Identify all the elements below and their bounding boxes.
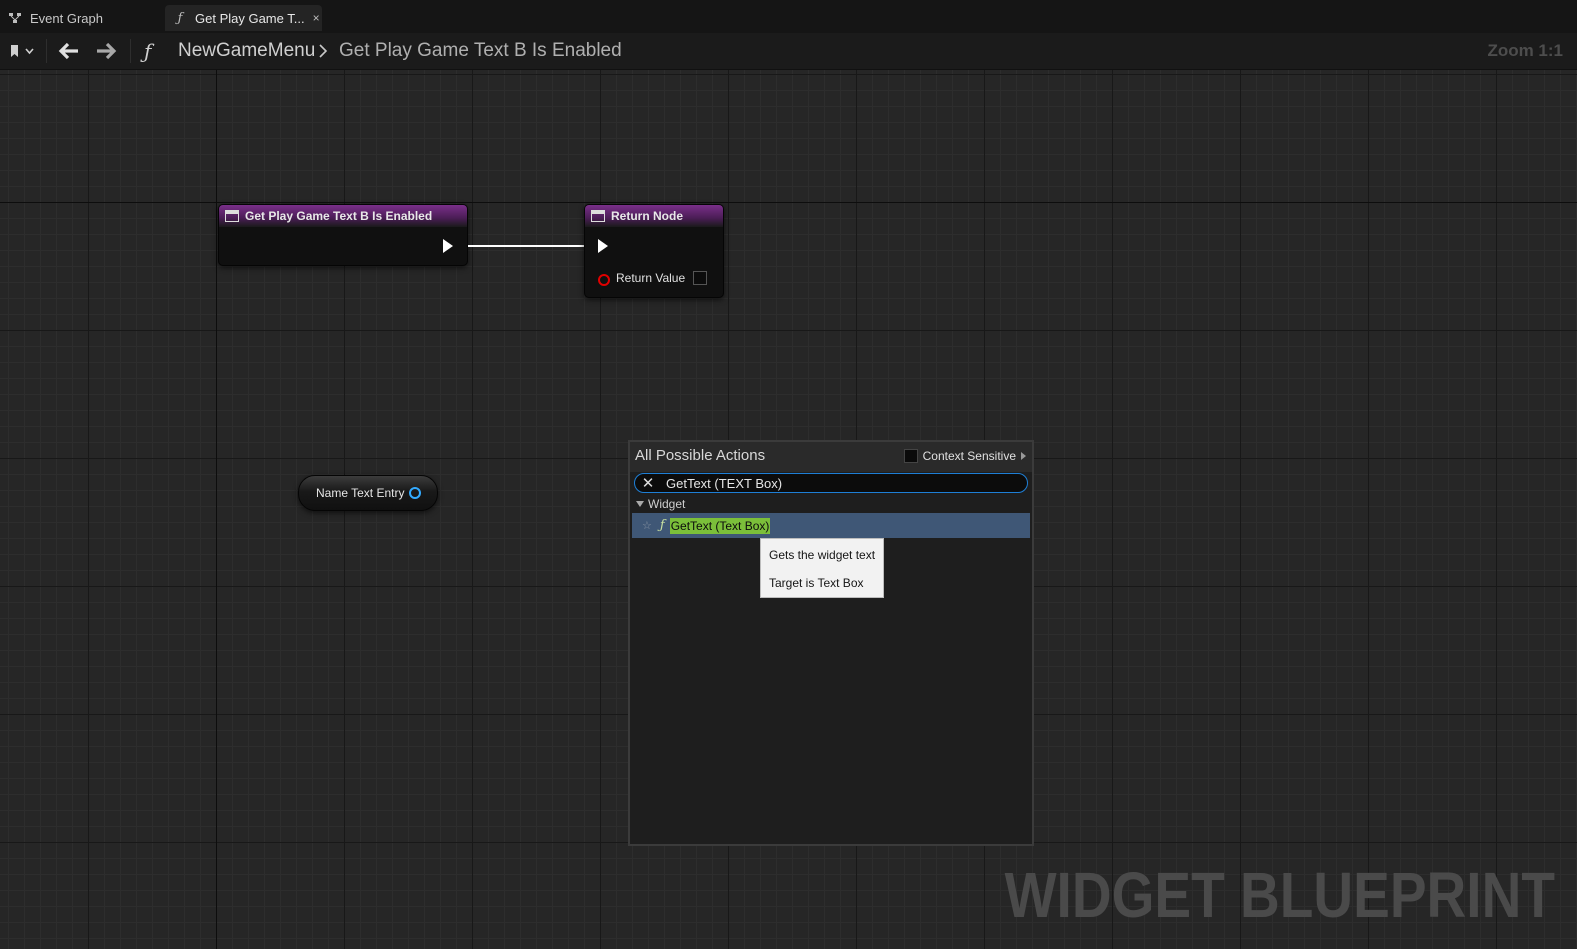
node-title: Return Node bbox=[611, 209, 683, 223]
bookmark-icon bbox=[11, 45, 34, 57]
context-sensitive-label: Context Sensitive bbox=[922, 449, 1016, 463]
action-menu-header: All Possible Actions Context Sensitive bbox=[630, 442, 1032, 472]
clear-search-icon[interactable]: ✕ bbox=[640, 474, 656, 492]
action-menu: All Possible Actions Context Sensitive ✕… bbox=[628, 440, 1034, 846]
tooltip-description: Gets the widget text bbox=[769, 548, 876, 562]
bookmark-button[interactable] bbox=[8, 33, 34, 69]
favorite-star-icon[interactable]: ☆ bbox=[642, 519, 652, 532]
node-header: Return Node bbox=[585, 205, 723, 227]
action-item-label: GetText (Text Box) bbox=[669, 517, 771, 534]
action-item-gettext[interactable]: ☆ ƒ GetText (Text Box) bbox=[632, 513, 1030, 538]
return-value-checkbox[interactable] bbox=[693, 271, 707, 285]
tab-label: Get Play Game T... bbox=[195, 10, 305, 26]
event-graph-icon bbox=[8, 11, 22, 25]
category-widget[interactable]: Widget bbox=[636, 497, 685, 511]
tab-label: Event Graph bbox=[30, 10, 103, 26]
exec-output-pin[interactable] bbox=[443, 239, 453, 253]
function-node-icon bbox=[225, 210, 239, 222]
tab-bar: Event Graph ƒ Get Play Game T... × bbox=[0, 0, 1577, 33]
exec-input-pin[interactable] bbox=[598, 239, 608, 253]
back-button[interactable] bbox=[58, 33, 80, 69]
exec-wire[interactable] bbox=[468, 245, 586, 247]
function-node-icon bbox=[591, 210, 605, 222]
node-header: Get Play Game Text B Is Enabled bbox=[219, 205, 467, 227]
toolbar-divider bbox=[130, 39, 131, 63]
return-value-label: Return Value bbox=[616, 271, 686, 285]
back-arrow-icon bbox=[58, 42, 78, 60]
action-search-box[interactable]: ✕ bbox=[634, 473, 1028, 493]
function-entry-node[interactable]: Get Play Game Text B Is Enabled bbox=[218, 204, 468, 266]
name-text-entry-node[interactable]: Name Text Entry bbox=[298, 475, 438, 511]
tab-get-play-game-text[interactable]: ƒ Get Play Game T... × bbox=[165, 5, 322, 31]
widget-blueprint-watermark: WIDGET BLUEPRINT bbox=[1004, 859, 1555, 931]
close-tab-icon[interactable]: × bbox=[313, 11, 320, 25]
toolbar-divider bbox=[46, 39, 47, 63]
tooltip-target: Target is Text Box bbox=[769, 576, 864, 590]
action-search-input[interactable] bbox=[666, 475, 1006, 491]
object-output-pin[interactable] bbox=[409, 487, 422, 499]
zoom-level: Zoom 1:1 bbox=[1487, 41, 1563, 60]
tab-event-graph[interactable]: Event Graph bbox=[8, 5, 103, 31]
context-sensitive-checkbox[interactable] bbox=[903, 449, 918, 463]
action-menu-title: All Possible Actions bbox=[635, 447, 766, 464]
function-icon: ƒ bbox=[177, 10, 183, 26]
function-icon: ƒ bbox=[144, 39, 152, 63]
expand-arrow-icon[interactable] bbox=[1021, 452, 1026, 460]
action-tooltip: Gets the widget text Target is Text Box bbox=[760, 538, 884, 598]
variable-label: Name Text Entry bbox=[316, 486, 405, 500]
graph-toolbar: ƒ NewGameMenu Get Play Game Text B Is En… bbox=[0, 33, 1577, 70]
node-title: Get Play Game Text B Is Enabled bbox=[245, 209, 433, 223]
forward-arrow-icon bbox=[97, 42, 117, 60]
context-sensitive-toggle[interactable]: Context Sensitive bbox=[903, 449, 1026, 463]
graph-axis-horizontal bbox=[0, 202, 1577, 203]
return-value-pin[interactable] bbox=[598, 274, 610, 286]
breadcrumb-chevron-icon bbox=[318, 33, 328, 69]
breadcrumb-root[interactable]: NewGameMenu bbox=[178, 33, 315, 69]
return-node[interactable]: Return Node Return Value bbox=[584, 204, 724, 298]
breadcrumb-current[interactable]: Get Play Game Text B Is Enabled bbox=[339, 33, 622, 69]
category-label: Widget bbox=[648, 497, 686, 511]
forward-button[interactable] bbox=[95, 33, 117, 69]
graph-axis-vertical bbox=[216, 70, 217, 949]
function-icon: ƒ bbox=[659, 518, 665, 533]
collapse-arrow-icon[interactable] bbox=[636, 501, 644, 507]
